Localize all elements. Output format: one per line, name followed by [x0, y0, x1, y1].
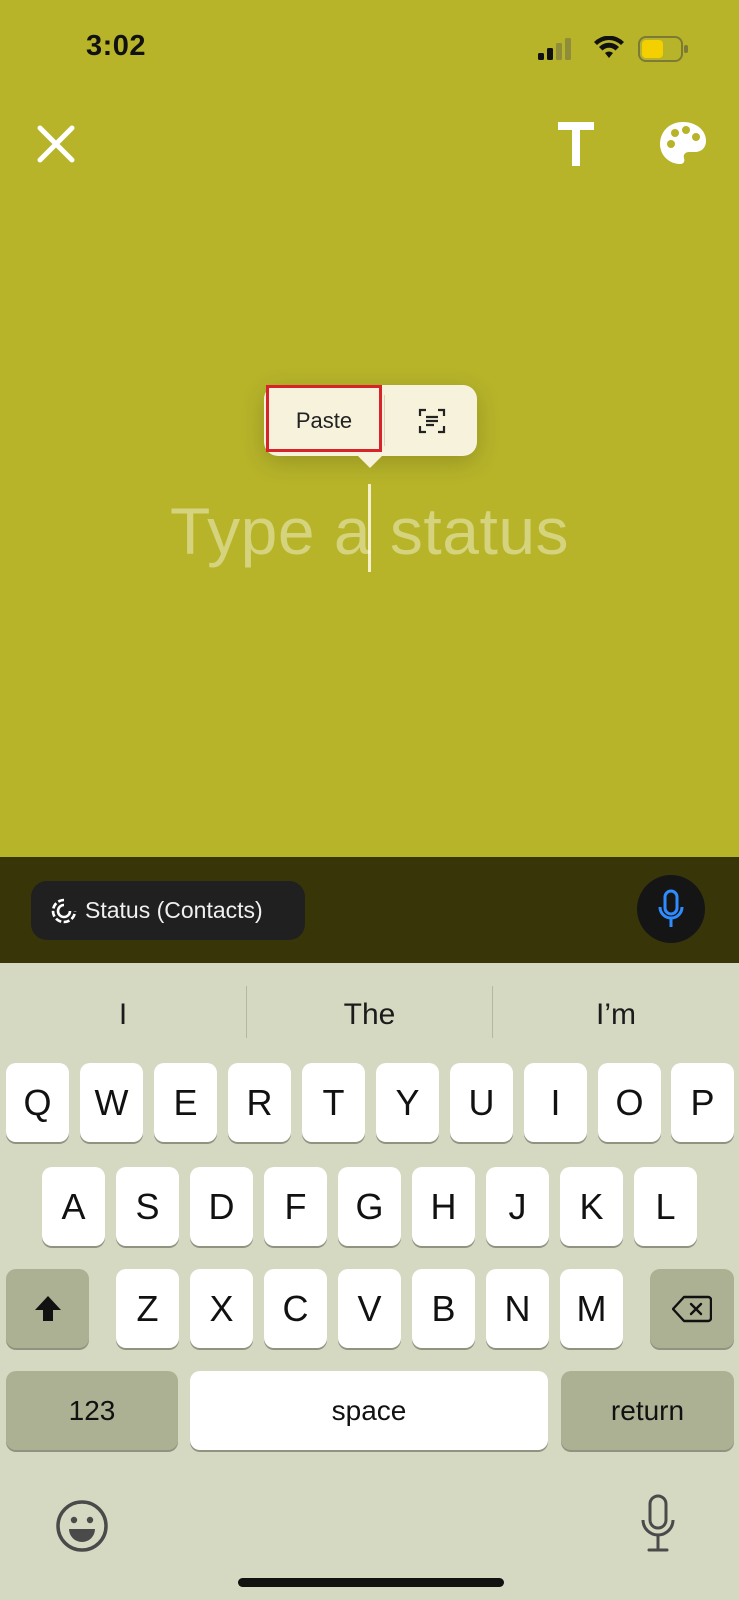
microphone-icon — [658, 889, 684, 927]
status-privacy-label: Status (Contacts) — [85, 897, 263, 923]
space-key[interactable]: space — [190, 1371, 548, 1450]
shift-key[interactable] — [6, 1269, 89, 1348]
key-q[interactable]: Q — [6, 1063, 69, 1142]
palette-icon[interactable] — [658, 120, 708, 166]
battery-icon — [638, 36, 688, 62]
key-n[interactable]: N — [486, 1269, 549, 1348]
key-a[interactable]: A — [42, 1167, 105, 1246]
status-privacy-icon — [51, 898, 77, 923]
key-b[interactable]: B — [412, 1269, 475, 1348]
key-h[interactable]: H — [412, 1167, 475, 1246]
key-w[interactable]: W — [80, 1063, 143, 1142]
key-m[interactable]: M — [560, 1269, 623, 1348]
key-k[interactable]: K — [560, 1167, 623, 1246]
key-e[interactable]: E — [154, 1063, 217, 1142]
suggestion-2[interactable]: The — [247, 990, 492, 1040]
numbers-key[interactable]: 123 — [6, 1371, 178, 1450]
suggestion-3[interactable]: I’m — [493, 990, 739, 1040]
text-style-icon[interactable] — [556, 120, 596, 168]
key-u[interactable]: U — [450, 1063, 513, 1142]
text-caret — [368, 484, 371, 572]
voice-record-button[interactable] — [637, 875, 705, 943]
cellular-signal-icon — [538, 38, 571, 60]
key-l[interactable]: L — [634, 1167, 697, 1246]
backspace-key[interactable] — [650, 1269, 734, 1348]
key-c[interactable]: C — [264, 1269, 327, 1348]
suggestion-1[interactable]: I — [0, 990, 246, 1040]
wifi-icon — [594, 36, 624, 58]
key-f[interactable]: F — [264, 1167, 327, 1246]
key-t[interactable]: T — [302, 1063, 365, 1142]
key-o[interactable]: O — [598, 1063, 661, 1142]
key-j[interactable]: J — [486, 1167, 549, 1246]
status-time: 3:02 — [86, 30, 147, 62]
popover-arrow — [356, 454, 384, 468]
key-g[interactable]: G — [338, 1167, 401, 1246]
dictation-icon[interactable] — [640, 1494, 676, 1554]
paste-highlight-box — [266, 385, 382, 452]
key-p[interactable]: P — [671, 1063, 734, 1142]
key-z[interactable]: Z — [116, 1269, 179, 1348]
backspace-icon — [672, 1295, 712, 1322]
key-y[interactable]: Y — [376, 1063, 439, 1142]
key-v[interactable]: V — [338, 1269, 401, 1348]
key-x[interactable]: X — [190, 1269, 253, 1348]
scan-text-icon — [418, 408, 445, 433]
shift-icon — [34, 1295, 61, 1321]
home-indicator — [238, 1578, 504, 1587]
scan-text-button[interactable] — [386, 385, 477, 456]
status-privacy-button[interactable]: Status (Contacts) — [31, 881, 305, 940]
popover-divider — [384, 395, 385, 446]
close-icon[interactable] — [34, 122, 78, 166]
return-key[interactable]: return — [561, 1371, 734, 1450]
key-r[interactable]: R — [228, 1063, 291, 1142]
emoji-icon[interactable] — [54, 1498, 110, 1554]
key-d[interactable]: D — [190, 1167, 253, 1246]
key-i[interactable]: I — [524, 1063, 587, 1142]
key-s[interactable]: S — [116, 1167, 179, 1246]
